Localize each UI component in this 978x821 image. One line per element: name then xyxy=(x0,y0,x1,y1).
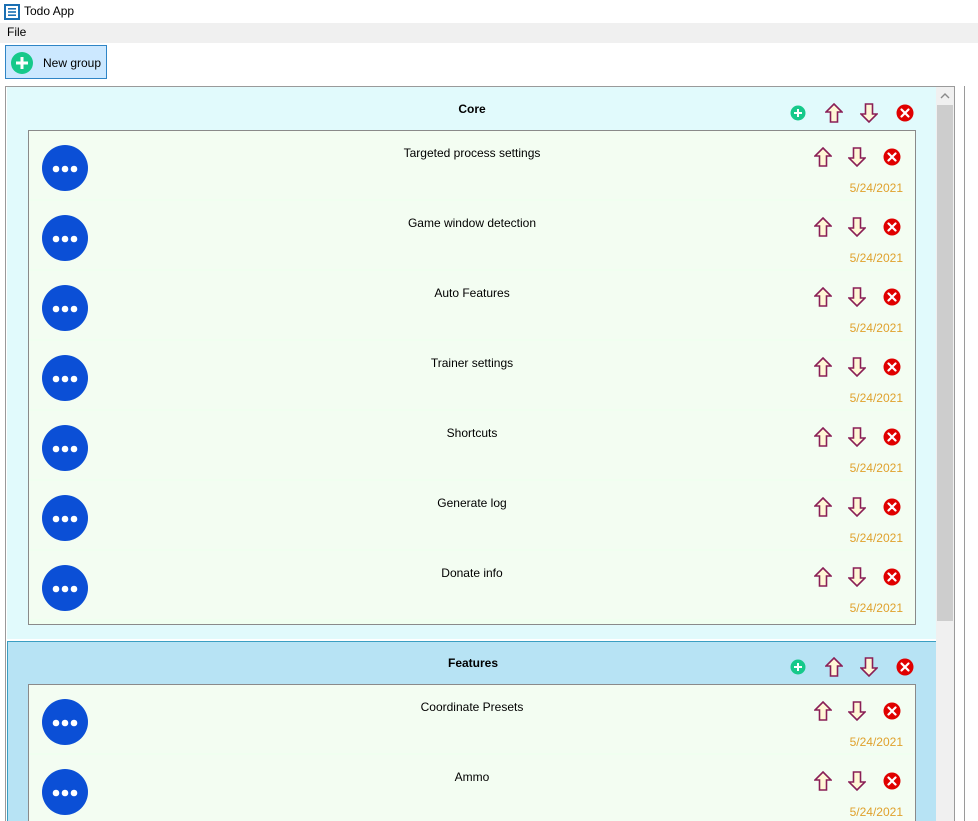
group-features: Features Coordinate Presets 5/24/2021 Am… xyxy=(7,641,937,821)
items-list: Coordinate Presets 5/24/2021 Ammo 5/24/2… xyxy=(28,684,916,821)
arrow-down-icon[interactable] xyxy=(848,217,866,237)
list-item: Donate info 5/24/2021 xyxy=(29,551,915,619)
arrow-down-icon[interactable] xyxy=(848,567,866,587)
groups-scroll-area[interactable]: Core Targeted process settings 5/24/2021… xyxy=(5,86,955,821)
title-bar: Todo App xyxy=(0,0,978,23)
delete-item-icon[interactable] xyxy=(883,358,901,376)
item-title: Donate info xyxy=(441,566,503,580)
item-title: Generate log xyxy=(437,496,507,510)
delete-item-icon[interactable] xyxy=(883,568,901,586)
menu-file[interactable]: File xyxy=(7,25,26,39)
detail-pane xyxy=(964,86,978,821)
list-item: Auto Features 5/24/2021 xyxy=(29,271,915,339)
arrow-up-icon[interactable] xyxy=(825,657,843,677)
app-list-icon xyxy=(4,4,20,20)
arrow-down-icon[interactable] xyxy=(860,657,878,677)
item-date: 5/24/2021 xyxy=(849,391,903,405)
item-title: Game window detection xyxy=(407,216,537,230)
item-title: Trainer settings xyxy=(430,356,514,370)
arrow-down-icon[interactable] xyxy=(848,147,866,167)
list-item: Game window detection 5/24/2021 xyxy=(29,201,915,269)
item-date: 5/24/2021 xyxy=(849,601,903,615)
new-group-label: New group xyxy=(43,56,102,70)
scroll-up-icon[interactable] xyxy=(936,87,954,105)
list-item: Coordinate Presets 5/24/2021 xyxy=(29,685,915,753)
arrow-down-icon[interactable] xyxy=(848,357,866,377)
arrow-down-icon[interactable] xyxy=(848,497,866,517)
delete-item-icon[interactable] xyxy=(883,498,901,516)
list-item: Generate log 5/24/2021 xyxy=(29,481,915,549)
arrow-down-icon[interactable] xyxy=(860,103,878,123)
add-item-icon[interactable] xyxy=(790,659,806,675)
arrow-down-icon[interactable] xyxy=(848,427,866,447)
arrow-up-icon[interactable] xyxy=(825,103,843,123)
item-title: Coordinate Presets xyxy=(420,700,524,714)
items-list: Targeted process settings 5/24/2021 Game… xyxy=(28,130,916,625)
add-item-icon[interactable] xyxy=(790,105,806,121)
arrow-up-icon[interactable] xyxy=(814,287,832,307)
item-date: 5/24/2021 xyxy=(849,251,903,265)
delete-item-icon[interactable] xyxy=(883,218,901,236)
list-item: Trainer settings 5/24/2021 xyxy=(29,341,915,409)
delete-item-icon[interactable] xyxy=(883,702,901,720)
arrow-up-icon[interactable] xyxy=(814,357,832,377)
list-item: Targeted process settings 5/24/2021 xyxy=(29,131,915,199)
arrow-up-icon[interactable] xyxy=(814,427,832,447)
item-date: 5/24/2021 xyxy=(849,735,903,749)
item-date: 5/24/2021 xyxy=(849,321,903,335)
add-circle-icon xyxy=(11,52,33,74)
delete-group-icon[interactable] xyxy=(896,104,914,122)
arrow-up-icon[interactable] xyxy=(814,217,832,237)
list-item: Ammo 5/24/2021 xyxy=(29,755,915,821)
new-group-button[interactable]: New group xyxy=(5,45,107,79)
item-date: 5/24/2021 xyxy=(849,461,903,475)
arrow-down-icon[interactable] xyxy=(848,287,866,307)
arrow-down-icon[interactable] xyxy=(848,771,866,791)
arrow-up-icon[interactable] xyxy=(814,567,832,587)
toolbar: New group xyxy=(0,43,978,86)
item-title: Targeted process settings xyxy=(403,146,541,160)
arrow-up-icon[interactable] xyxy=(814,771,832,791)
arrow-down-icon[interactable] xyxy=(848,701,866,721)
item-date: 5/24/2021 xyxy=(849,531,903,545)
delete-group-icon[interactable] xyxy=(896,658,914,676)
delete-item-icon[interactable] xyxy=(883,772,901,790)
delete-item-icon[interactable] xyxy=(883,148,901,166)
item-date: 5/24/2021 xyxy=(849,805,903,819)
arrow-up-icon[interactable] xyxy=(814,497,832,517)
group-core: Core Targeted process settings 5/24/2021… xyxy=(7,87,937,639)
item-title: Ammo xyxy=(454,770,490,784)
arrow-up-icon[interactable] xyxy=(814,701,832,721)
item-date: 5/24/2021 xyxy=(849,181,903,195)
delete-item-icon[interactable] xyxy=(883,288,901,306)
scrollbar-thumb[interactable] xyxy=(937,105,953,621)
window-title: Todo App xyxy=(24,4,75,18)
arrow-up-icon[interactable] xyxy=(814,147,832,167)
item-title: Shortcuts xyxy=(446,426,498,440)
item-title: Auto Features xyxy=(434,286,510,300)
delete-item-icon[interactable] xyxy=(883,428,901,446)
list-item: Shortcuts 5/24/2021 xyxy=(29,411,915,479)
vertical-scrollbar[interactable] xyxy=(936,87,954,821)
menu-bar: File xyxy=(0,23,978,43)
